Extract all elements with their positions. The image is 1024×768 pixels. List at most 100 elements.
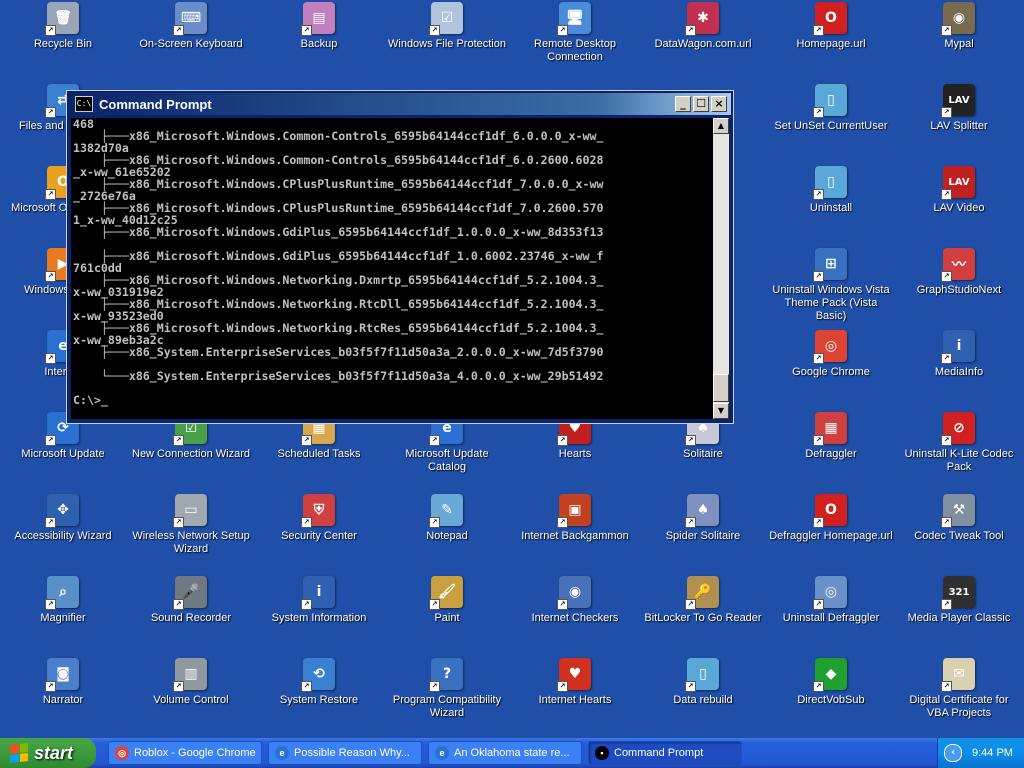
desktop-shortcut[interactable]: e ↗ Microsoft Update Catalog — [384, 412, 510, 492]
desktop-shortcut[interactable]: ✉ ↗ Digital Certificate for VBA Projects — [896, 658, 1022, 738]
desktop-shortcut-label: Notepad — [426, 530, 468, 542]
desktop-shortcut[interactable]: ▥ ↗ Volume Control — [128, 658, 254, 738]
desktop-shortcut[interactable]: ⟳ ↗ Microsoft Update — [0, 412, 126, 492]
shortcut-arrow-icon: ↗ — [941, 599, 952, 610]
desktop-shortcut[interactable]: ✥ ↗ Accessibility Wizard — [0, 494, 126, 574]
desktop-shortcut[interactable]: ▦ ↗ Defraggler — [768, 412, 894, 492]
desktop-shortcut[interactable]: ⊞ ↗ Uninstall Windows Vista Theme Pack (Vi… — [768, 248, 894, 328]
homepage-icon: O ↗ — [813, 2, 847, 36]
desktop-shortcut-label: System Restore — [279, 694, 359, 706]
desktop-shortcut[interactable]: ◉ ↗ Mypal — [896, 2, 1022, 82]
desktop-shortcut[interactable]: ⚒ ↗ Codec Tweak Tool — [896, 494, 1022, 574]
security-center-icon: ⛨ ↗ — [301, 494, 335, 528]
command-prompt-window[interactable]: C:\ Command Prompt _ ☐ × 468 ├───x86_Mic… — [66, 90, 734, 424]
vertical-scrollbar[interactable]: ▲ ▼ — [713, 118, 729, 419]
backgammon-icon: ▣ ↗ — [557, 494, 591, 528]
desktop-shortcut[interactable]: ⌨ ↗ On-Screen Keyboard — [128, 2, 254, 82]
clock[interactable]: 9:44 PM — [972, 747, 1013, 759]
lav-splitter-icon: LAV ↗ — [941, 84, 975, 118]
taskbar-button[interactable]: e Possible Reason Why... — [268, 741, 422, 765]
scroll-down-button[interactable]: ▼ — [713, 403, 729, 419]
desktop-shortcut[interactable]: ? ↗ Program Compatibility Wizard — [384, 658, 510, 738]
desktop-shortcut[interactable]: ⟲ ↗ System Restore — [256, 658, 382, 738]
console-output[interactable]: 468 ├───x86_Microsoft.Windows.Common-Con… — [71, 118, 715, 419]
console-line: └───x86_System.EnterpriseServices_b03f5f… — [73, 369, 604, 383]
start-button[interactable]: start — [0, 738, 96, 768]
minimize-button[interactable]: _ — [675, 96, 691, 112]
desktop-shortcut[interactable]: ▤ ↗ Backup — [256, 2, 382, 82]
desktop-shortcut[interactable]: ☑ ↗ New Connection Wizard — [128, 412, 254, 492]
compat-wizard-icon: ? ↗ — [429, 658, 463, 692]
desktop-shortcut[interactable]: ▯ ↗ Set UnSet CurrentUser — [768, 84, 894, 164]
desktop-shortcut[interactable]: ▯ ↗ Data rebuild — [640, 658, 766, 738]
desktop-shortcut[interactable]: i ↗ System Information — [256, 576, 382, 656]
desktop-shortcut[interactable]: ▦ ↗ Scheduled Tasks — [256, 412, 382, 492]
shortcut-arrow-icon: ↗ — [45, 681, 56, 692]
desktop-shortcut[interactable]: 321 ↗ Media Player Classic — [896, 576, 1022, 656]
desktop-shortcut[interactable]: 🎤 ↗ Sound Recorder — [128, 576, 254, 656]
desktop-shortcut[interactable]: ♥ ↗ Hearts — [512, 412, 638, 492]
desktop-shortcut[interactable]: ⊘ ↗ Uninstall K-Lite Codec Pack — [896, 412, 1022, 492]
shortcut-arrow-icon: ↗ — [557, 599, 568, 610]
window-title: Command Prompt — [99, 96, 212, 112]
desktop-shortcut[interactable]: ⌕ ↗ Magnifier — [0, 576, 126, 656]
desktop-shortcut-label: Mypal — [944, 38, 974, 50]
desktop-shortcut[interactable]: ☑ ↗ Windows File Protection — [384, 2, 510, 82]
desktop-shortcut[interactable]: 🖌 ↗ Paint — [384, 576, 510, 656]
desktop-shortcut-label: Codec Tweak Tool — [914, 530, 1004, 542]
close-button[interactable]: × — [711, 96, 727, 112]
desktop-shortcut[interactable]: ◆ ↗ DirectVobSub — [768, 658, 894, 738]
command-prompt-icon[interactable]: C:\ — [75, 96, 93, 112]
window-titlebar[interactable]: C:\ Command Prompt _ ☐ × — [69, 93, 731, 115]
taskbar-button[interactable]: e An Oklahoma state re... — [428, 741, 582, 765]
scroll-thumb[interactable] — [713, 374, 729, 402]
desktop-shortcut-label: Homepage.url — [796, 38, 866, 50]
desktop-shortcut[interactable]: ♠ ↗ Spider Solitaire — [640, 494, 766, 574]
desktop-shortcut[interactable]: ✱ ↗ DataWagon.com.url — [640, 2, 766, 82]
console-line: ├───x86_Microsoft.Windows.Networking.Dxm… — [73, 273, 604, 287]
certificate-icon: ✉ ↗ — [941, 658, 975, 692]
desktop-shortcut[interactable]: ▯ ↗ Uninstall — [768, 166, 894, 246]
console-line: ├───x86_Microsoft.Windows.GdiPlus_6595b6… — [73, 249, 604, 263]
scroll-up-button[interactable]: ▲ — [713, 118, 729, 134]
desktop-shortcut[interactable]: ◉ ↗ Internet Checkers — [512, 576, 638, 656]
desktop-shortcut[interactable]: 🗑 ↗ Recycle Bin — [0, 2, 126, 82]
shortcut-arrow-icon: ↗ — [557, 517, 568, 528]
desktop-shortcut[interactable]: 〰 ↗ GraphStudioNext — [896, 248, 1022, 328]
accessibility-icon: ✥ ↗ — [45, 494, 79, 528]
desktop-shortcut[interactable]: ⛨ ↗ Security Center — [256, 494, 382, 574]
shortcut-arrow-icon: ↗ — [45, 599, 56, 610]
shortcut-arrow-icon: ↗ — [173, 681, 184, 692]
desktop-shortcut[interactable]: O ↗ Defraggler Homepage.url — [768, 494, 894, 574]
shortcut-arrow-icon: ↗ — [685, 599, 696, 610]
desktop-shortcut[interactable]: O ↗ Homepage.url — [768, 2, 894, 82]
desktop-shortcut[interactable]: 🖥 ↗ Remote Desktop Connection — [512, 2, 638, 82]
desktop-shortcut[interactable]: LAV ↗ LAV Splitter — [896, 84, 1022, 164]
shortcut-arrow-icon: ↗ — [941, 353, 952, 364]
desktop-shortcut[interactable]: ◎ ↗ Uninstall Defraggler — [768, 576, 894, 656]
maximize-button[interactable]: ☐ — [693, 96, 709, 112]
desktop-shortcut-label: Digital Certificate for VBA Projects — [909, 694, 1009, 719]
desktop-shortcut[interactable]: 🔑 ↗ BitLocker To Go Reader — [640, 576, 766, 656]
checkers-icon: ◉ ↗ — [557, 576, 591, 610]
desktop-shortcut-label: Google Chrome — [792, 366, 870, 378]
microphone-icon: 🎤 ↗ — [173, 576, 207, 610]
desktop-shortcut[interactable]: ▭ ↗ Wireless Network Setup Wizard — [128, 494, 254, 574]
desktop-shortcut[interactable]: ♥ ↗ Internet Hearts — [512, 658, 638, 738]
taskbar-button-label: Roblox - Google Chrome — [134, 747, 256, 759]
shortcut-arrow-icon: ↗ — [45, 107, 56, 118]
tray-expand-icon[interactable]: ‹ — [944, 744, 962, 762]
shortcut-arrow-icon: ↗ — [557, 681, 568, 692]
desktop-shortcut[interactable]: i ↗ MediaInfo — [896, 330, 1022, 410]
desktop-shortcut-label: Magnifier — [40, 612, 86, 624]
shortcut-arrow-icon: ↗ — [941, 271, 952, 282]
desktop-shortcut[interactable]: LAV ↗ LAV Video — [896, 166, 1022, 246]
desktop-shortcut[interactable]: ◙ ↗ Narrator — [0, 658, 126, 738]
taskbar-button[interactable]: ◎ Roblox - Google Chrome — [108, 741, 262, 765]
desktop-shortcut[interactable]: ◎ ↗ Google Chrome — [768, 330, 894, 410]
desktop-shortcut[interactable]: ♠ ↗ Solitaire — [640, 412, 766, 492]
desktop-shortcut[interactable]: ✎ ↗ Notepad — [384, 494, 510, 574]
desktop-shortcut-label: New Connection Wizard — [132, 448, 250, 460]
taskbar-button[interactable]: ▪ Command Prompt — [588, 741, 742, 765]
desktop-shortcut[interactable]: ▣ ↗ Internet Backgammon — [512, 494, 638, 574]
